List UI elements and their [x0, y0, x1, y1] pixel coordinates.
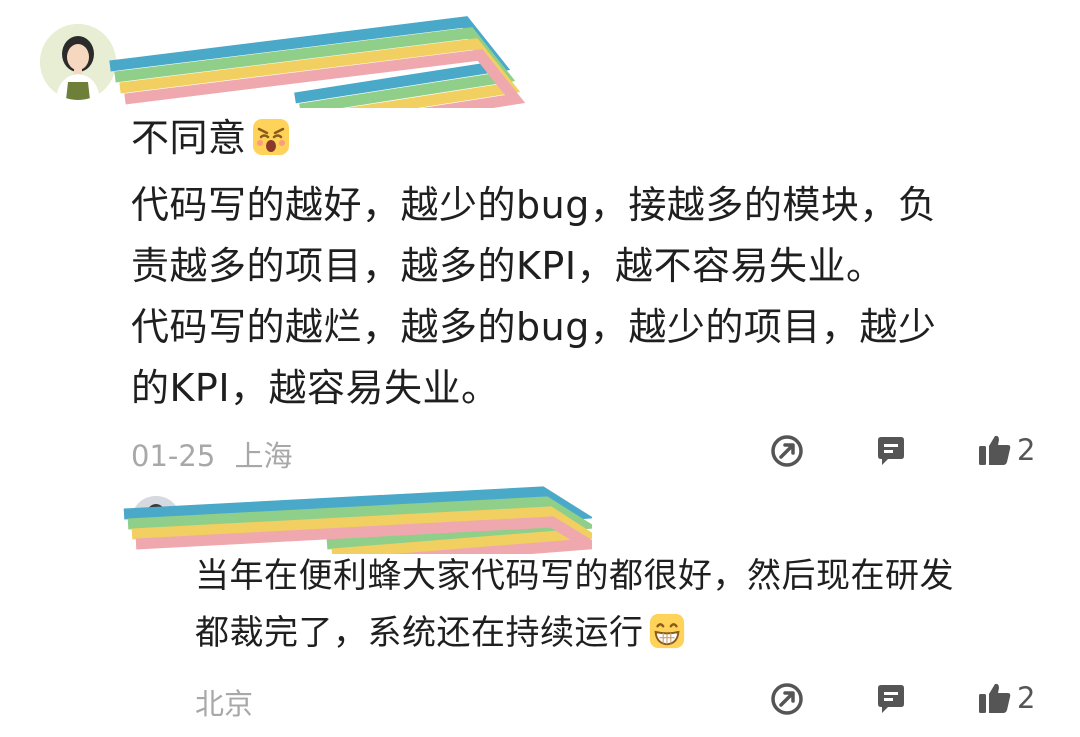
thumbs-up-icon	[979, 435, 1011, 465]
comment-line: 的KPI，越容易失业。	[131, 366, 500, 410]
comment-line: 代码写的越烂，越多的bug，越少的项目，越少	[131, 305, 937, 349]
weary-face-icon	[251, 114, 291, 175]
comment-location: 北京	[195, 687, 254, 721]
like-button[interactable]: 2	[977, 681, 1035, 715]
comment-meta: 01-25 上海	[131, 433, 293, 475]
comment-line: 代码写的越好，越少的bug，接越多的模块，负	[131, 183, 937, 227]
comment-icon	[878, 437, 904, 465]
share-button[interactable]	[770, 682, 804, 716]
comment-line: 责越多的项目，越多的KPI，越不容易失业。	[131, 244, 885, 288]
comment-meta: 北京	[195, 681, 253, 723]
comment-location: 上海	[234, 439, 293, 473]
comment-body: 不同意 代码写的越好，越少的bug，接越多的模块，负 责越多的项目，越多的KPI…	[131, 108, 1031, 419]
share-icon	[771, 435, 803, 467]
like-count: 2	[1017, 681, 1036, 715]
comment-line: 不同意	[131, 108, 1031, 175]
name-redaction-scribble	[109, 16, 525, 108]
comment-line: 当年在便利蜂大家代码写的都很好，然后现在研发	[195, 556, 954, 596]
comment-body: 当年在便利蜂大家代码写的都很好，然后现在研发 都裁完了，系统还在持续运行	[195, 548, 1035, 668]
share-button[interactable]	[770, 434, 804, 468]
comment-icon	[878, 685, 904, 713]
reply-button[interactable]	[874, 434, 908, 468]
name-redaction-scribble	[123, 486, 592, 554]
thumbs-up-icon	[979, 683, 1011, 713]
grinning-face-icon	[648, 611, 686, 668]
comment-date: 01-25	[131, 439, 216, 473]
comment-line: 都裁完了，系统还在持续运行	[195, 605, 1035, 668]
like-count: 2	[1017, 433, 1036, 467]
like-button[interactable]: 2	[977, 433, 1035, 467]
reply-button[interactable]	[874, 682, 908, 716]
share-icon	[771, 683, 803, 715]
